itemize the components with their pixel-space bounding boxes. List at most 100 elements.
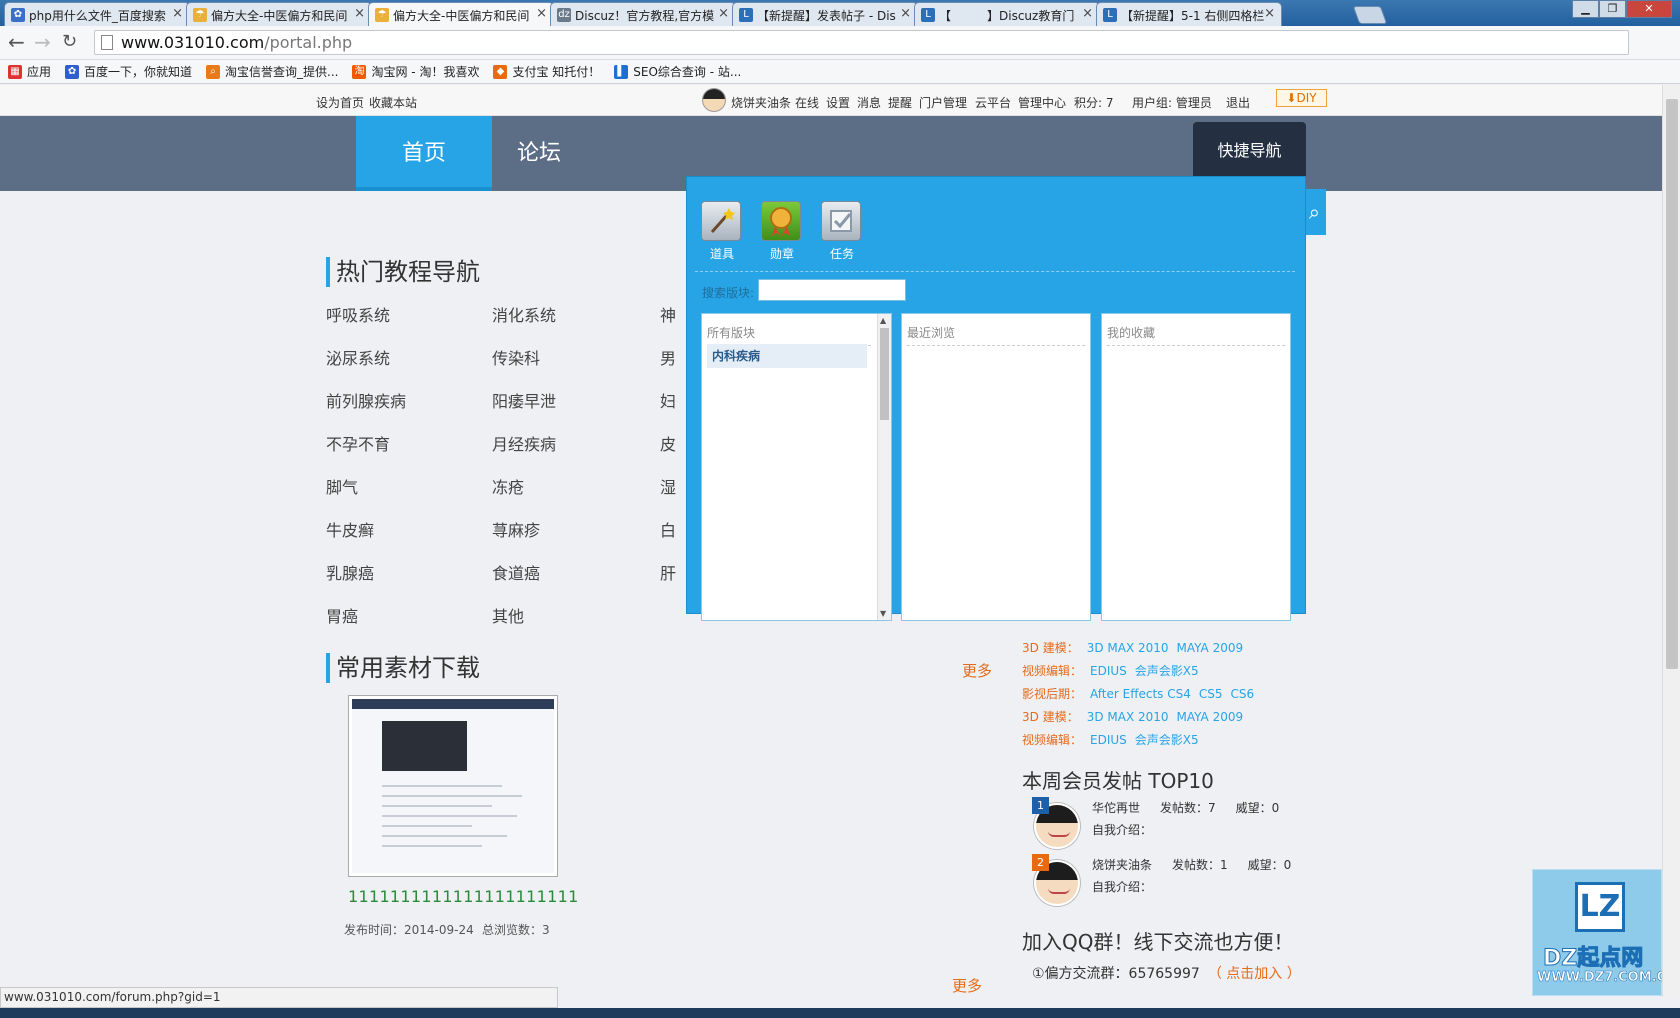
admin-center-link[interactable]: 管理中心 — [1018, 94, 1066, 111]
tool-item-tasks[interactable]: 任务 — [821, 201, 863, 262]
category-link[interactable]: 阳痿早泄 — [492, 388, 556, 412]
browser-tab[interactable]: L 【新提醒】发表帖子 - Dis × — [732, 2, 918, 26]
browser-tab[interactable]: ☂ 偏方大全-中医偏方和民间 × — [186, 2, 372, 26]
category-link[interactable]: 冻疮 — [492, 474, 524, 498]
lz-favicon-icon: L — [1103, 8, 1117, 22]
software-links-row: 影视后期： After Effects CS4 CS5 CS6 — [1022, 687, 1255, 701]
forward-arrow-icon[interactable]: → — [34, 31, 51, 53]
browser-tab[interactable]: dz Discuz！官方教程,官方模 × — [550, 2, 736, 26]
divider — [695, 271, 1295, 272]
scroll-up-icon[interactable]: ▲ — [880, 316, 886, 325]
notifications-link[interactable]: 提醒 — [888, 94, 912, 111]
messages-link[interactable]: 消息 — [857, 94, 881, 111]
member-name[interactable]: 华佗再世 — [1092, 801, 1140, 815]
close-tab-icon[interactable]: × — [536, 6, 547, 21]
logo-name: DZ起点网 — [1542, 946, 1644, 972]
bookmark-site-link[interactable]: 收藏本站 — [369, 94, 417, 111]
member-intro: 自我介绍： — [1092, 823, 1153, 837]
username-link[interactable]: 烧饼夹油条 — [731, 94, 791, 111]
close-tab-icon[interactable]: × — [1082, 6, 1093, 21]
online-link[interactable]: 在线 — [795, 94, 819, 111]
url-path: /portal.php — [264, 33, 353, 52]
more-link[interactable]: 更多 — [952, 975, 982, 996]
set-home-link[interactable]: 设为首页 — [316, 94, 364, 111]
bookmark-taobao-credit[interactable]: ⌕ 淘宝信誉查询_提供... — [206, 63, 338, 80]
nav-forum[interactable]: 论坛 — [494, 116, 584, 191]
browser-tab[interactable]: L 【新提醒】5-1 右侧四格栏 × — [1096, 2, 1282, 26]
close-window-icon[interactable]: ✕ — [1626, 0, 1672, 18]
category-link[interactable]: 神 — [660, 302, 676, 326]
category-link[interactable]: 男 — [660, 345, 676, 369]
tool-item-props[interactable]: 道具 — [701, 201, 743, 262]
os-taskbar — [0, 1008, 1680, 1018]
bookmark-apps[interactable]: ▦ 应用 — [8, 63, 51, 80]
bookmark-baidu[interactable]: ✿ 百度一下，你就知道 — [65, 63, 192, 80]
close-tab-icon[interactable]: × — [900, 6, 911, 21]
points-dropdown[interactable]: 积分: 7 — [1074, 94, 1114, 111]
forum-search-input[interactable] — [758, 279, 906, 301]
browser-tab-active[interactable]: ☂ 偏方大全-中医偏方和民间 × — [368, 2, 554, 27]
scroll-thumb[interactable] — [1666, 99, 1678, 669]
logout-link[interactable]: 退出 — [1226, 94, 1250, 111]
category-link[interactable]: 妇 — [660, 388, 676, 412]
close-tab-icon[interactable]: × — [718, 6, 729, 21]
member-name[interactable]: 烧饼夹油条 — [1092, 858, 1152, 872]
diy-button[interactable]: ⬇DIY — [1276, 89, 1327, 107]
join-group-link[interactable]: （ 点击加入 ） — [1208, 966, 1301, 982]
material-title-link[interactable]: 1111111111111111111111 — [348, 887, 579, 906]
category-link[interactable]: 泌尿系统 — [326, 345, 390, 369]
portal-admin-link[interactable]: 门户管理 — [919, 94, 967, 111]
category-link[interactable]: 牛皮癣 — [326, 517, 374, 541]
category-link[interactable]: 白 — [660, 517, 676, 541]
material-thumbnail[interactable] — [348, 695, 558, 877]
cloud-platform-link[interactable]: 云平台 — [975, 94, 1011, 111]
discuz-favicon-icon: dz — [557, 8, 571, 22]
category-link[interactable]: 不孕不育 — [326, 431, 390, 455]
forum-item[interactable]: 内科疾病 — [707, 344, 867, 368]
bookmark-taobao[interactable]: 淘淘宝网 - 淘！我喜欢 — [352, 63, 479, 80]
browser-tab-strip: ✿ php用什么文件_百度搜索 × ☂ 偏方大全-中医偏方和民间 × ☂ 偏方大全-中医偏… — [0, 0, 1680, 27]
category-link[interactable]: 荨麻疹 — [492, 517, 540, 541]
close-tab-icon[interactable]: × — [354, 6, 365, 21]
category-link[interactable]: 脚气 — [326, 474, 358, 498]
minimize-icon[interactable]: ▁ — [1572, 0, 1599, 18]
category-link[interactable]: 其他 — [492, 603, 524, 627]
page-scrollbar[interactable] — [1662, 85, 1680, 997]
category-link[interactable]: 食道癌 — [492, 560, 540, 584]
category-link[interactable]: 月经疾病 — [492, 431, 556, 455]
browser-tab[interactable]: L 【 】Discuz教育门 × — [914, 2, 1100, 26]
category-link[interactable]: 消化系统 — [492, 302, 556, 326]
settings-link[interactable]: 设置 — [826, 94, 850, 111]
back-arrow-icon[interactable]: ← — [8, 31, 25, 53]
more-link[interactable]: 更多 — [962, 660, 992, 681]
reload-icon[interactable]: ↻ — [62, 31, 77, 53]
category-link[interactable]: 前列腺疾病 — [326, 388, 406, 412]
checkbox-task-icon — [821, 201, 861, 241]
scroll-down-icon[interactable]: ▼ — [880, 609, 886, 618]
category-link[interactable]: 胃癌 — [326, 603, 358, 627]
dz7-logo[interactable]: LZ DZ起点网 WWW.DZ7.COM.CN — [1532, 869, 1662, 996]
usergroup-dropdown[interactable]: 用户组: 管理员 — [1132, 94, 1212, 111]
category-link[interactable]: 肝 — [660, 560, 676, 584]
close-tab-icon[interactable]: × — [172, 6, 183, 21]
category-link[interactable]: 传染科 — [492, 345, 540, 369]
close-tab-icon[interactable]: × — [1264, 6, 1275, 21]
status-bar-url: www.031010.com/forum.php?gid=1 — [0, 987, 558, 1008]
lz-favicon-icon: L — [739, 8, 753, 22]
user-avatar[interactable] — [702, 88, 726, 112]
category-link[interactable]: 皮 — [660, 431, 676, 455]
category-link[interactable]: 乳腺癌 — [326, 560, 374, 584]
new-tab-button[interactable] — [1352, 6, 1388, 24]
scroll-thumb[interactable] — [880, 328, 889, 420]
category-link[interactable]: 湿 — [660, 474, 676, 498]
bookmark-alipay[interactable]: ◆ 支付宝 知托付！ — [493, 63, 600, 80]
tool-item-medals[interactable]: 勋章 — [761, 201, 803, 262]
url-input[interactable]: www.031010.com/portal.php — [94, 30, 1629, 55]
nav-home[interactable]: 首页 — [356, 116, 492, 191]
scrollbar[interactable]: ▲ ▼ — [877, 314, 891, 620]
maximize-icon[interactable]: ❐ — [1599, 0, 1626, 18]
category-link[interactable]: 呼吸系统 — [326, 302, 390, 326]
browser-tab[interactable]: ✿ php用什么文件_百度搜索 × — [4, 2, 190, 26]
bookmark-seo[interactable]: ▌ SEO综合查询 - 站... — [614, 63, 741, 80]
recent-forums-panel: 最近浏览 — [901, 313, 1091, 621]
